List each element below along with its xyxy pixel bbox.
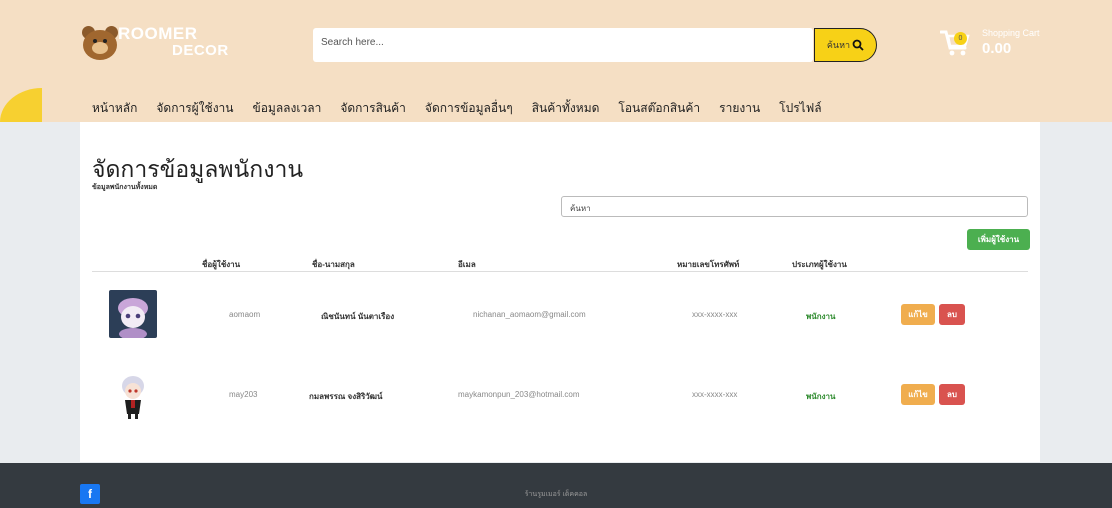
edit-button[interactable]: แก้ไข bbox=[901, 384, 935, 405]
main-nav: หน้าหลัก จัดการผู้ใช้งาน ข้อมูลลงเวลา จั… bbox=[92, 99, 841, 118]
footer-text: ร้านรูมเมอร์ เด็คคอล bbox=[524, 491, 588, 498]
cart-label: Shopping Cart bbox=[982, 28, 1040, 38]
nav-item-manage-other-data[interactable]: จัดการข้อมูลอื่นๆ bbox=[425, 99, 513, 118]
nav-item-time-records[interactable]: ข้อมูลลงเวลา bbox=[253, 99, 322, 118]
decorative-wedge bbox=[0, 88, 42, 122]
column-header-user-type: ประเภทผู้ใช้งาน bbox=[792, 260, 847, 269]
cell-user-type: พนักงาน bbox=[806, 392, 836, 401]
footer: f ร้านรูมเมอร์ เด็คคอล bbox=[0, 463, 1112, 508]
nav-item-manage-products[interactable]: จัดการสินค้า bbox=[340, 99, 406, 118]
cell-email: maykamonpun_203@hotmail.com bbox=[458, 390, 580, 399]
nav-item-home[interactable]: หน้าหลัก bbox=[92, 99, 137, 118]
column-header-username: ชื่อผู้ใช้งาน bbox=[202, 260, 241, 269]
nav-item-stock-transfer[interactable]: โอนสต๊อกสินค้า bbox=[618, 99, 700, 118]
cart-count-badge: 0 bbox=[954, 32, 967, 45]
main-panel: จัดการข้อมูลพนักงาน ข้อมูลพนักงานทั้งหมด… bbox=[80, 122, 1040, 462]
search-button[interactable]: ค้นหา bbox=[814, 28, 877, 62]
user-avatar bbox=[109, 290, 157, 338]
column-header-email: อีเมล bbox=[458, 260, 476, 269]
column-header-fullname: ชื่อ-นามสกุล bbox=[312, 260, 355, 269]
cell-user-type: พนักงาน bbox=[806, 312, 836, 321]
nav-item-all-products[interactable]: สินค้าทั้งหมด bbox=[532, 99, 600, 118]
delete-button[interactable]: ลบ bbox=[939, 384, 965, 405]
cell-phone: xxx-xxxx-xxx bbox=[692, 390, 738, 399]
edit-button[interactable]: แก้ไข bbox=[901, 304, 935, 325]
table-row: aomaom ณิชนันทน์ นันตาเรือง nichanan_aom… bbox=[92, 282, 1028, 352]
table-search-input[interactable]: ค้นหา bbox=[561, 196, 1028, 217]
shopping-cart[interactable]: 0 Shopping Cart 0.00 bbox=[940, 26, 1050, 66]
brand-logo[interactable]: ROOMER DECOR bbox=[80, 22, 240, 66]
cell-fullname: กมลพรรณ จงสิริวัฒน์ bbox=[309, 392, 383, 401]
table-header: ชื่อผู้ใช้งาน ชื่อ-นามสกุล อีเมล หมายเลข… bbox=[92, 256, 1028, 272]
cart-total: 0.00 bbox=[982, 40, 1012, 57]
cell-email: nichanan_aomaom@gmail.com bbox=[473, 310, 586, 319]
cell-fullname: ณิชนันทน์ นันตาเรือง bbox=[321, 312, 395, 321]
cell-phone: xxx-xxxx-xxx bbox=[692, 310, 738, 319]
brand-name-line2: DECOR bbox=[172, 42, 229, 59]
page-subtitle: ข้อมูลพนักงานทั้งหมด bbox=[92, 184, 158, 191]
delete-button[interactable]: ลบ bbox=[939, 304, 965, 325]
add-user-button[interactable]: เพิ่มผู้ใช้งาน bbox=[967, 229, 1030, 250]
bear-logo-icon bbox=[80, 26, 120, 60]
nav-item-manage-users[interactable]: จัดการผู้ใช้งาน bbox=[156, 99, 233, 118]
cell-username: may203 bbox=[229, 390, 258, 399]
column-header-phone: หมายเลขโทรศัพท์ bbox=[677, 260, 740, 269]
user-avatar bbox=[109, 372, 157, 420]
brand-name-line1: ROOMER bbox=[118, 24, 198, 43]
search-input[interactable]: Search here... bbox=[313, 28, 813, 62]
header: ROOMER DECOR Search here... ค้นหา 0 Shop… bbox=[0, 0, 1112, 122]
table-row: may203 กมลพรรณ จงสิริวัฒน์ maykamonpun_2… bbox=[92, 362, 1028, 432]
search-icon bbox=[852, 39, 864, 51]
cell-username: aomaom bbox=[229, 310, 261, 319]
search-button-label: ค้นหา bbox=[826, 40, 851, 50]
nav-item-reports[interactable]: รายงาน bbox=[719, 99, 760, 118]
nav-item-profile[interactable]: โปรไฟล์ bbox=[779, 99, 821, 118]
